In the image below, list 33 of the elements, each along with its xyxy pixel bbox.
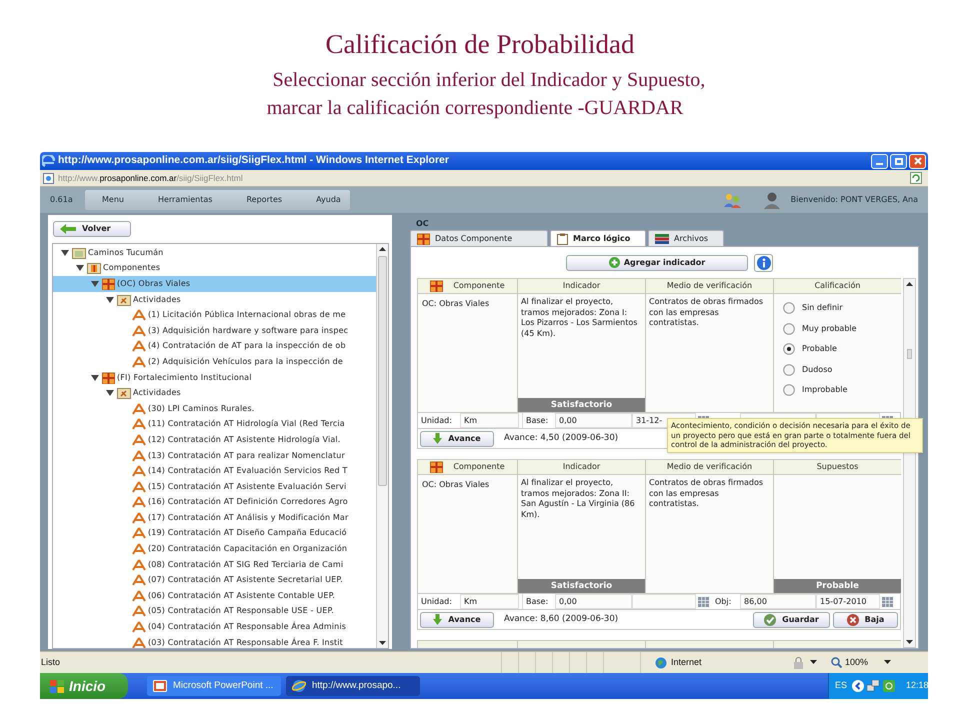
column-header: Medio de verificación xyxy=(646,460,774,474)
table-cell: OC: Obras Viales xyxy=(418,294,518,412)
status-label: Probable xyxy=(774,579,901,593)
welcome-text: Bienvenido: PONT VERGES, Ana xyxy=(790,194,918,206)
column-header: Calificación xyxy=(774,279,901,293)
subtitle-line: marcar la calificación correspondiente -GUARDAR xyxy=(266,96,684,121)
section-label: OC xyxy=(416,218,430,230)
column-header: Indicador xyxy=(518,460,646,474)
slide-title: Calificación de Probabilidad xyxy=(326,28,634,61)
field-label: Unidad: xyxy=(420,414,453,426)
clock: 12:18 xyxy=(906,679,929,692)
window-title: http://www.prosaponline.com.ar/siig/SiigFlex.html - Windows Internet Explorer xyxy=(58,153,449,168)
status-label: Satisfactorio xyxy=(518,579,645,593)
field-label: Unidad: xyxy=(420,596,453,608)
field-label: Obj: xyxy=(714,596,732,608)
table-cell: Contratos de obras firmados con las empresas contratistas. xyxy=(646,475,774,593)
version-label: 0.61a xyxy=(50,194,74,206)
table-cell-text: Al finalizar el proyecto, tramos mejorados: Zona II: San Agustín - La Virginia (86 Km). xyxy=(520,477,636,520)
progress-text: Avance: 4,50 (2009-06-30) xyxy=(504,432,618,445)
table-cell-text: Al finalizar el proyecto, tramos mejorados: Zona I: Los Pizarros - Los Sarmientos (45 Km). xyxy=(520,296,638,340)
status-text: Listo xyxy=(41,656,62,669)
column-header: Indicador xyxy=(518,279,646,293)
address-text: http://www.prosaponline.com.ar/siig/SiigFlex.html xyxy=(58,172,243,184)
column-header: Supuestos xyxy=(774,460,901,474)
zone-text: Internet xyxy=(671,656,702,669)
column-header: Medio de verificación xyxy=(646,279,774,293)
progress-text: Avance: 8,60 (2009-06-30) xyxy=(504,613,618,626)
column-header: Componente xyxy=(453,280,505,292)
table-cell: Contratos de obras firmados con las empresas contratistas. xyxy=(646,294,774,412)
subtitle-line: Seleccionar sección inferior del Indicador y Supuesto, xyxy=(272,68,706,93)
status-label: Satisfactorio xyxy=(518,398,645,412)
column-header: Componente xyxy=(453,461,505,473)
table-cell: OC: Obras Viales xyxy=(418,475,518,593)
